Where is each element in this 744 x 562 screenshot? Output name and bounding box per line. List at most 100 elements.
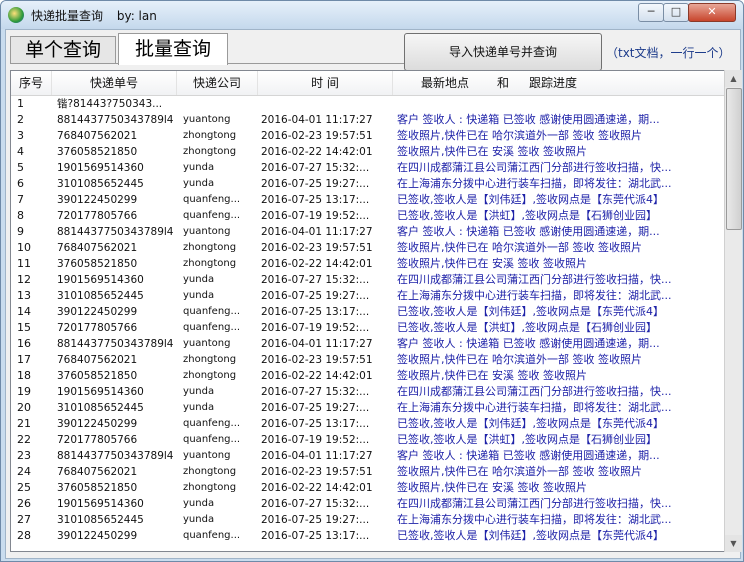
tracking-status: 在上海浦东分拨中心进行装车扫描，即将发往：湖北武...: [397, 177, 672, 190]
tracking-number: 1901569514360: [57, 274, 144, 286]
tracking-status: 客户 签收人 : 快递箱 已签收 感谢使用圆通速递，期...: [397, 337, 660, 350]
row-index: 1: [17, 97, 24, 110]
import-and-query-button[interactable]: 导入快递单号并查询: [404, 33, 602, 71]
client-area: 单个查询 批量查询 导入快递单号并查询 （txt文档，一行一个） 序号 快递单号…: [5, 29, 742, 559]
app-icon: [8, 7, 24, 23]
update-time: 2016-02-22 14:42:01: [261, 482, 373, 494]
tracking-status: 在上海浦东分拨中心进行装车扫描，即将发往：湖北武...: [397, 289, 672, 302]
tracking-number: 1901569514360: [57, 162, 144, 174]
column-header-status[interactable]: 最新地点 和 跟踪进度: [393, 71, 724, 95]
courier-company: [183, 96, 255, 112]
tracking-status: 客户 签收人 : 快递箱 已签收 感谢使用圆通速递，期...: [397, 449, 660, 462]
table-row[interactable]: 7 390122450299 quanfeng... 2016-07-25 13:17…: [11, 192, 724, 208]
update-time: 2016-07-19 19:52:...: [261, 434, 370, 446]
table-row[interactable]: 10 768407562021 zhongtong 2016-02-23 19:57:…: [11, 240, 724, 256]
table-row[interactable]: 19 1901569514360 yunda 2016-07-27 15:32:...…: [11, 384, 724, 400]
column-header-number[interactable]: 快递单号: [52, 71, 177, 95]
table-row[interactable]: 12 1901569514360 yunda 2016-07-27 15:32:...…: [11, 272, 724, 288]
courier-company: zhongtong: [183, 242, 237, 253]
tracking-number: 390122450299: [57, 418, 138, 430]
table-row[interactable]: 6 3101085652445 yunda 2016-07-25 19:27:... 在…: [11, 176, 724, 192]
table-row[interactable]: 22 720177805766 quanfeng... 2016-07-19 19:5…: [11, 432, 724, 448]
close-button[interactable]: ✕: [688, 3, 736, 22]
update-time: 2016-02-23 19:57:51: [261, 130, 373, 142]
column-header-time[interactable]: 时 间: [258, 71, 393, 95]
courier-company: yunda: [183, 274, 215, 285]
courier-company: quanfeng...: [183, 418, 241, 429]
courier-company: quanfeng...: [183, 434, 241, 445]
update-time: 2016-07-25 13:17:...: [261, 194, 370, 206]
tracking-number: 768407562021: [57, 130, 138, 142]
table-row[interactable]: 21 390122450299 quanfeng... 2016-07-25 13:1…: [11, 416, 724, 432]
courier-company: zhongtong: [183, 482, 237, 493]
table-row[interactable]: 8 720177805766 quanfeng... 2016-07-19 19:52…: [11, 208, 724, 224]
table-row[interactable]: 17 768407562021 zhongtong 2016-02-23 19:57:…: [11, 352, 724, 368]
scroll-thumb[interactable]: [726, 88, 742, 230]
courier-company: yunda: [183, 178, 215, 189]
courier-company: yuantong: [183, 114, 231, 125]
table-row[interactable]: 9 8814437750343789l4 yuantong 2016-04-01 11…: [11, 224, 724, 240]
update-time: 2016-07-25 13:17:...: [261, 306, 370, 318]
row-index: 28: [17, 529, 31, 542]
table-row[interactable]: 18 376058521850 zhongtong 2016-02-22 14:42:…: [11, 368, 724, 384]
tracking-number: 3101085652445: [57, 402, 144, 414]
update-time: 2016-07-25 13:17:...: [261, 530, 370, 542]
tracking-status: 已签收,签收人是【刘伟廷】,签收网点是【东莞代派4】: [397, 417, 664, 430]
table-row[interactable]: 28 390122450299 quanfeng... 2016-07-25 13:1…: [11, 528, 724, 544]
window-title-text: 快递批量查询: [31, 9, 104, 23]
row-index: 18: [17, 369, 31, 382]
update-time: 2016-07-27 15:32:...: [261, 498, 370, 510]
row-index: 27: [17, 513, 31, 526]
maximize-button[interactable]: □: [663, 3, 689, 22]
table-row[interactable]: 15 720177805766 quanfeng... 2016-07-19 19:5…: [11, 320, 724, 336]
row-index: 25: [17, 481, 31, 494]
update-time: 2016-07-19 19:52:...: [261, 322, 370, 334]
update-time: 2016-02-22 14:42:01: [261, 370, 373, 382]
tab-single-query[interactable]: 单个查询: [10, 36, 116, 64]
table-row[interactable]: 23 8814437750343789l4 yuantong 2016-04-01 1…: [11, 448, 724, 464]
minimize-button[interactable]: ─: [638, 3, 664, 22]
courier-company: yunda: [183, 498, 215, 509]
row-index: 15: [17, 321, 31, 334]
courier-company: quanfeng...: [183, 194, 241, 205]
table-row[interactable]: 14 390122450299 quanfeng... 2016-07-25 13:1…: [11, 304, 724, 320]
table-row[interactable]: 11 376058521850 zhongtong 2016-02-22 14:42:…: [11, 256, 724, 272]
vertical-scrollbar[interactable]: ▲ ▼: [724, 70, 742, 552]
tab-batch-query[interactable]: 批量查询: [118, 33, 228, 65]
tracking-number: 8814437750343789l4: [57, 226, 174, 238]
update-time: [261, 96, 391, 112]
courier-company: yunda: [183, 386, 215, 397]
table-row[interactable]: 16 8814437750343789l4 yuantong 2016-04-01 1…: [11, 336, 724, 352]
row-index: 24: [17, 465, 31, 478]
table-row[interactable]: 20 3101085652445 yunda 2016-07-25 19:27:...…: [11, 400, 724, 416]
table-row[interactable]: 25 376058521850 zhongtong 2016-02-22 14:42:…: [11, 480, 724, 496]
tracking-status: 签收照片,快件已在 哈尔滨道外一部 签收 签收照片: [397, 129, 642, 142]
scroll-up-arrow-icon[interactable]: ▲: [725, 70, 742, 87]
courier-company: zhongtong: [183, 146, 237, 157]
courier-company: quanfeng...: [183, 530, 241, 541]
table-row[interactable]: 2 8814437750343789l4 yuantong 2016-04-01 11…: [11, 112, 724, 128]
table-row[interactable]: 26 1901569514360 yunda 2016-07-27 15:32:...…: [11, 496, 724, 512]
tracking-status: 客户 签收人 : 快递箱 已签收 感谢使用圆通速递，期...: [397, 113, 660, 126]
tracking-number: 720177805766: [57, 434, 138, 446]
column-header-company[interactable]: 快递公司: [177, 71, 258, 95]
column-header-no[interactable]: 序号: [11, 71, 52, 95]
courier-company: zhongtong: [183, 130, 237, 141]
update-time: 2016-02-23 19:57:51: [261, 354, 373, 366]
update-time: 2016-07-27 15:32:...: [261, 162, 370, 174]
table-row[interactable]: 13 3101085652445 yunda 2016-07-25 19:27:...…: [11, 288, 724, 304]
scroll-down-arrow-icon[interactable]: ▼: [725, 535, 742, 552]
table-row[interactable]: 1 锴?81443?750343...: [11, 96, 724, 112]
update-time: 2016-02-22 14:42:01: [261, 146, 373, 158]
results-list[interactable]: 序号 快递单号 快递公司 时 间 最新地点 和 跟踪进度 1 锴?81443?75…: [10, 70, 725, 552]
table-row[interactable]: 27 3101085652445 yunda 2016-07-25 19:27:...…: [11, 512, 724, 528]
courier-company: yuantong: [183, 450, 231, 461]
tracking-number: 376058521850: [57, 482, 138, 494]
table-row[interactable]: 4 376058521850 zhongtong 2016-02-22 14:42:0…: [11, 144, 724, 160]
table-row[interactable]: 24 768407562021 zhongtong 2016-02-23 19:57:…: [11, 464, 724, 480]
table-row[interactable]: 3 768407562021 zhongtong 2016-02-23 19:57:5…: [11, 128, 724, 144]
tracking-number: 390122450299: [57, 306, 138, 318]
table-row[interactable]: 5 1901569514360 yunda 2016-07-27 15:32:... 在…: [11, 160, 724, 176]
title-bar[interactable]: 快递批量查询 by: lan ─ □ ✕: [1, 1, 743, 29]
tracking-status: 已签收,签收人是【洪虹】,签收网点是【石狮创业园】: [397, 321, 657, 334]
